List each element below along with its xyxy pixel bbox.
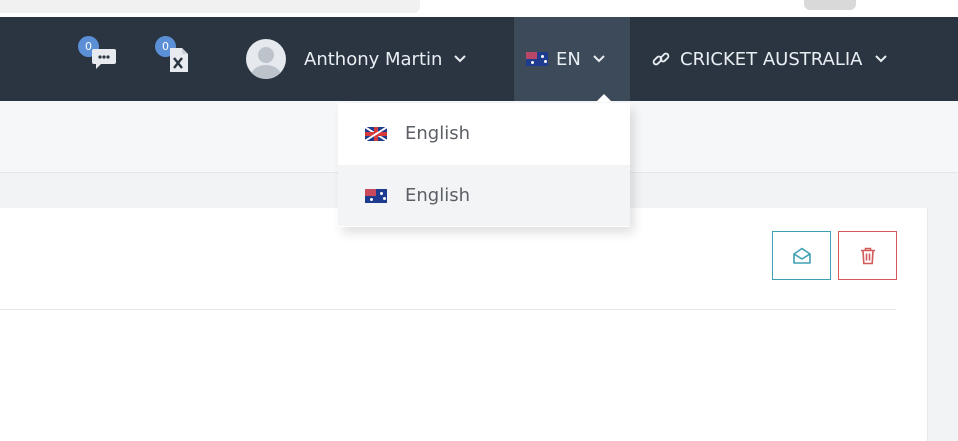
envelope-open-icon xyxy=(792,247,811,264)
user-avatar-icon xyxy=(246,39,286,79)
top-navbar: 0 0 Anthony Martin EN CRICKET AUSTRALIA xyxy=(0,17,958,101)
language-option-label: English xyxy=(405,185,470,206)
chevron-down-icon xyxy=(593,55,605,63)
organization-name: CRICKET AUSTRALIA xyxy=(680,48,863,70)
dropdown-caret xyxy=(596,94,612,102)
organization-menu[interactable]: CRICKET AUSTRALIA xyxy=(652,17,887,101)
au-flag-icon xyxy=(526,52,548,66)
browser-tab-edge xyxy=(804,0,856,10)
language-option-label: English xyxy=(405,123,470,144)
language-option-english-au[interactable]: English xyxy=(338,165,630,226)
chat-notifications-button[interactable]: 0 xyxy=(78,17,118,101)
file-notifications-button[interactable]: 0 xyxy=(155,17,195,101)
excel-file-icon xyxy=(170,48,188,72)
chevron-down-icon xyxy=(874,55,887,63)
browser-chrome xyxy=(0,0,958,17)
language-selector[interactable]: EN xyxy=(514,17,630,101)
link-icon xyxy=(652,50,670,68)
chat-bubble-icon xyxy=(92,49,116,69)
user-menu[interactable]: Anthony Martin xyxy=(246,17,467,101)
mark-read-button[interactable] xyxy=(772,231,831,280)
content-card xyxy=(0,208,928,441)
chevron-down-icon xyxy=(454,55,467,63)
delete-button[interactable] xyxy=(838,231,897,280)
address-bar-edge xyxy=(0,0,420,13)
card-divider xyxy=(0,309,896,310)
au-flag-icon xyxy=(365,188,387,203)
language-dropdown: English English xyxy=(338,103,630,227)
language-option-english-uk[interactable]: English xyxy=(338,103,630,164)
uk-flag-icon xyxy=(365,126,387,141)
trash-icon xyxy=(860,247,875,264)
user-name: Anthony Martin xyxy=(304,48,443,70)
language-code: EN xyxy=(556,48,581,70)
